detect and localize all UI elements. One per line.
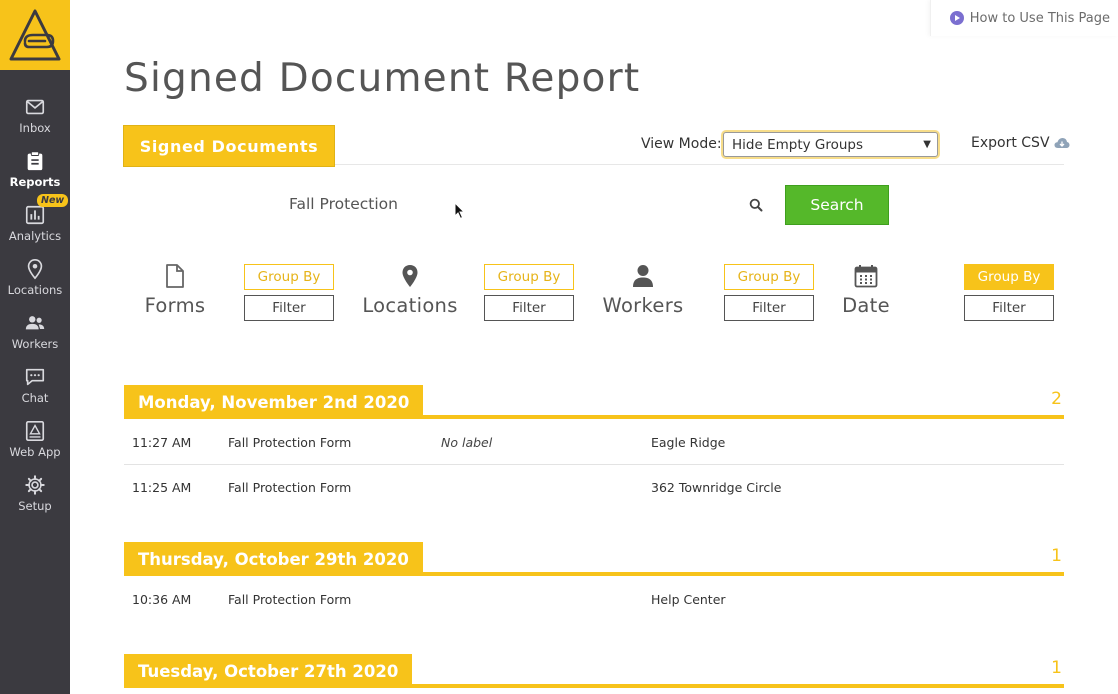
row-time: 10:36 AM	[132, 592, 192, 607]
sidebar-item-label: Workers	[11, 337, 59, 351]
map-pin-icon	[402, 265, 418, 287]
mouse-cursor-icon	[454, 202, 466, 220]
chevron-down-icon: ▼	[923, 139, 931, 150]
row-form: Fall Protection Form	[228, 480, 352, 495]
locations-filter-button[interactable]: Filter	[484, 295, 574, 321]
sidebar-item-label: Reports	[9, 175, 61, 189]
search-input[interactable]	[289, 195, 729, 213]
search-button[interactable]: Search	[785, 185, 889, 225]
sidebar-item-analytics[interactable]: New Analytics	[0, 194, 70, 256]
locations-label: Locations	[362, 294, 458, 317]
export-csv-label: Export CSV	[971, 135, 1050, 151]
sidebar-item-label: Analytics	[8, 229, 62, 243]
calendar-icon	[854, 265, 878, 288]
sidebar: Inbox Reports New Analytics Locations Wo…	[0, 0, 70, 694]
row-form: Fall Protection Form	[228, 592, 352, 607]
table-row[interactable]: 11:27 AM Fall Protection Form No label E…	[124, 420, 1064, 465]
sidebar-item-label: Chat	[21, 391, 49, 405]
group-header: Thursday, October 29th 2020	[124, 542, 423, 576]
document-icon	[166, 264, 184, 288]
mail-icon	[25, 99, 45, 115]
group-count: 1	[1051, 546, 1062, 566]
chat-bubble-icon	[25, 368, 45, 386]
forms-category: Forms	[140, 264, 210, 317]
sidebar-item-label: Locations	[7, 283, 63, 297]
date-label: Date	[842, 294, 890, 317]
group-count: 2	[1051, 389, 1062, 409]
sidebar-item-setup[interactable]: Setup	[0, 472, 70, 526]
sidebar-item-chat[interactable]: Chat	[0, 364, 70, 418]
view-mode-select[interactable]: Hide Empty Groups ▼	[723, 132, 938, 157]
play-icon	[949, 11, 964, 25]
workers-filter-button[interactable]: Filter	[724, 295, 814, 321]
date-group-by-button[interactable]: Group By	[964, 264, 1054, 290]
group-divider	[124, 415, 1064, 419]
tab-divider	[335, 164, 1064, 165]
sidebar-item-label: Setup	[18, 499, 52, 513]
group-header: Tuesday, October 27th 2020	[124, 654, 413, 688]
sidebar-item-web-app[interactable]: Web App	[0, 418, 70, 472]
app-logo[interactable]	[0, 0, 70, 70]
workers-category: Workers	[600, 264, 686, 317]
group-divider	[124, 572, 1064, 576]
workers-label: Workers	[602, 294, 684, 317]
date-filter-button[interactable]: Filter	[964, 295, 1054, 321]
forms-group-by-button[interactable]: Group By	[244, 264, 334, 290]
export-csv-button[interactable]: Export CSV	[971, 135, 1070, 151]
sidebar-item-label: Inbox	[19, 121, 51, 135]
table-row[interactable]: 10:36 AM Fall Protection Form Help Cente…	[124, 577, 1064, 622]
logo-icon	[9, 9, 61, 61]
row-label: No label	[441, 435, 493, 450]
people-icon	[25, 316, 45, 330]
sidebar-item-label: Web App	[9, 445, 61, 459]
sidebar-item-workers[interactable]: Workers	[0, 310, 70, 364]
group-count: 1	[1051, 658, 1062, 678]
view-mode-label: View Mode:	[641, 136, 722, 152]
row-location: Help Center	[651, 592, 726, 607]
tab-signed-documents[interactable]: Signed Documents	[123, 125, 335, 167]
page-title: Signed Document Report	[124, 56, 641, 101]
forms-label: Forms	[144, 294, 206, 317]
web-app-icon	[25, 421, 45, 441]
sidebar-item-locations[interactable]: Locations	[0, 256, 70, 310]
clipboard-icon	[27, 151, 43, 171]
locations-group-by-button[interactable]: Group By	[484, 264, 574, 290]
group-header: Monday, November 2nd 2020	[124, 385, 424, 419]
workers-group-by-button[interactable]: Group By	[724, 264, 814, 290]
search-icon[interactable]	[749, 198, 763, 212]
row-location: 362 Townridge Circle	[651, 480, 782, 495]
forms-filter-button[interactable]: Filter	[244, 295, 334, 321]
bar-chart-icon	[25, 205, 45, 225]
view-mode-value: Hide Empty Groups	[732, 136, 864, 153]
row-location: Eagle Ridge	[651, 435, 726, 450]
person-icon	[633, 265, 653, 287]
cloud-download-icon	[1054, 138, 1070, 148]
date-category: Date	[838, 264, 894, 317]
row-time: 11:27 AM	[132, 435, 192, 450]
group-divider	[124, 684, 1064, 688]
gear-icon	[25, 475, 45, 495]
table-row[interactable]: 11:25 AM Fall Protection Form 362 Townri…	[124, 465, 1064, 510]
locations-category: Locations	[358, 264, 462, 317]
sidebar-item-inbox[interactable]: Inbox	[0, 94, 70, 148]
how-to-use-label: How to Use This Page	[969, 10, 1110, 26]
row-time: 11:25 AM	[132, 480, 192, 495]
map-pin-icon	[27, 259, 43, 280]
how-to-use-link[interactable]: How to Use This Page	[930, 0, 1118, 36]
new-badge: New	[37, 194, 69, 207]
row-form: Fall Protection Form	[228, 435, 352, 450]
